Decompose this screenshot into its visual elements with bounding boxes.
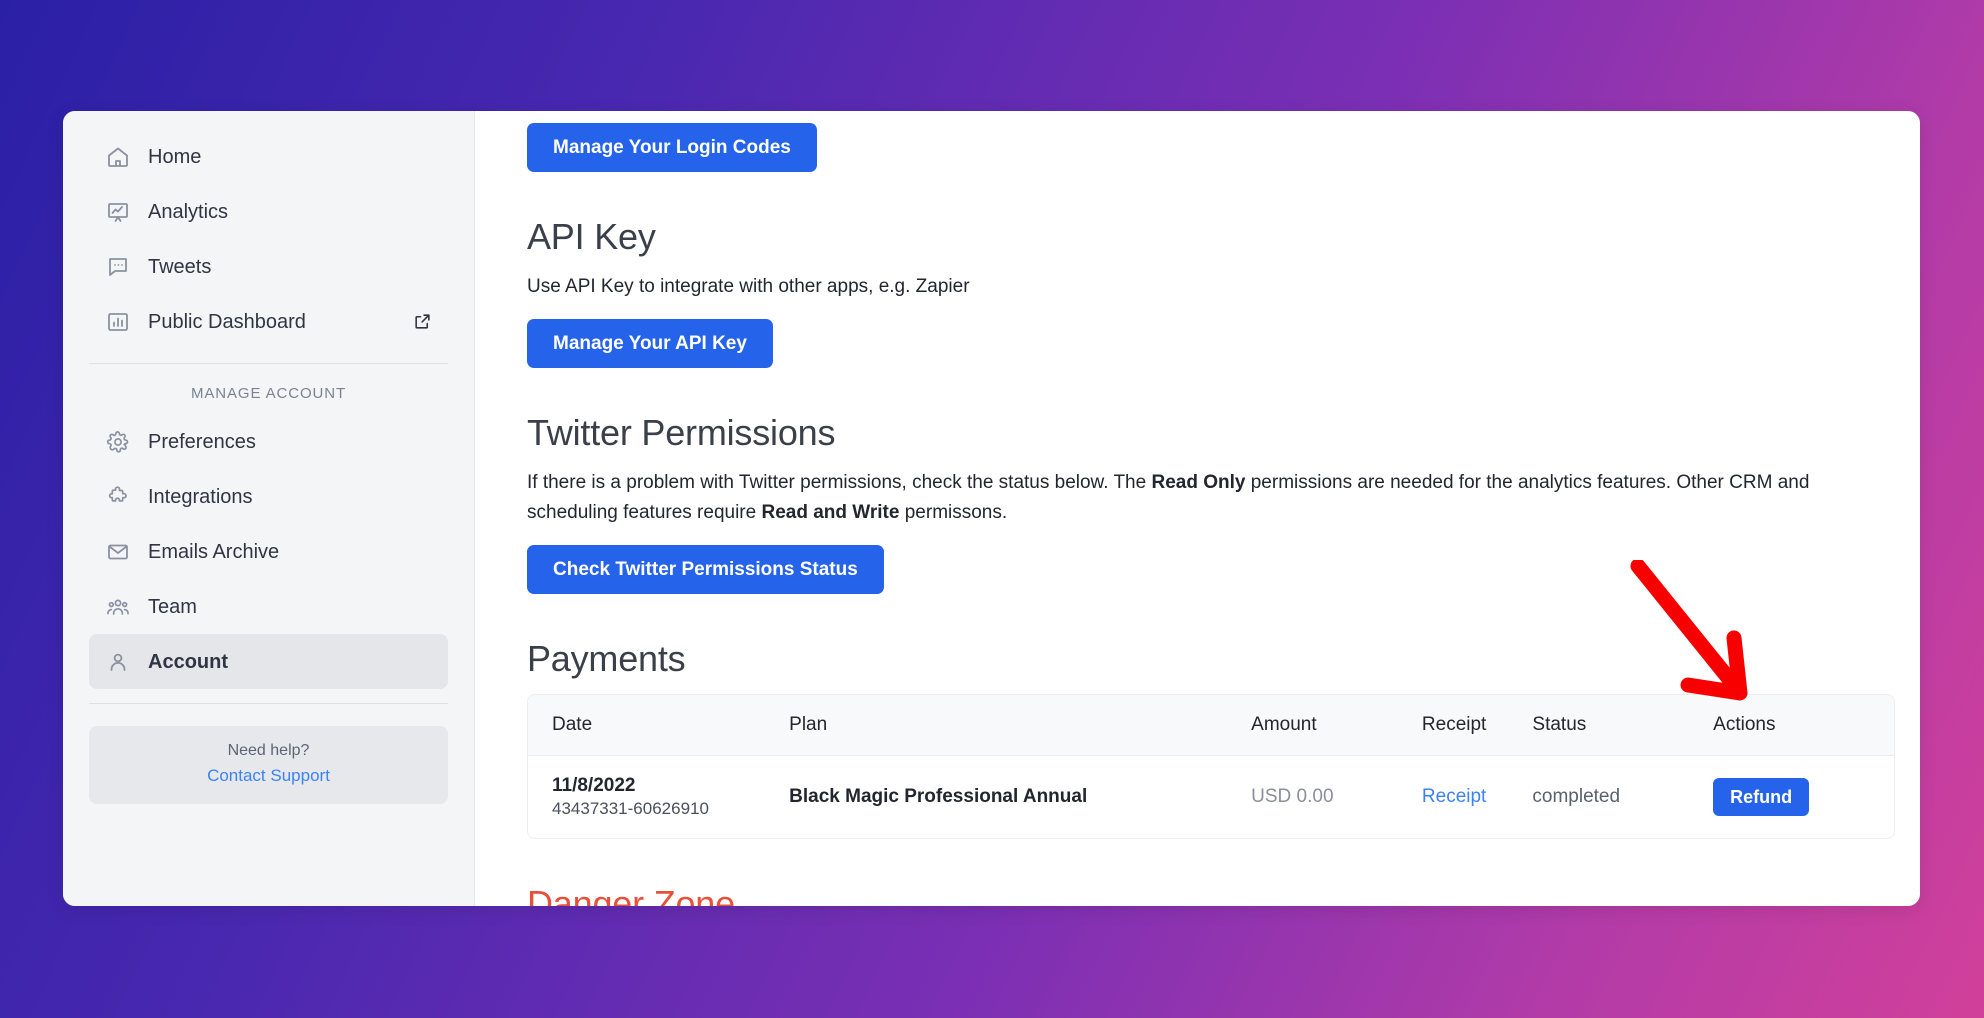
app-card: Home Analytics Tweets Public Dashboard M… <box>63 111 1920 906</box>
sidebar-item-analytics[interactable]: Analytics <box>89 184 448 239</box>
manage-api-key-button[interactable]: Manage Your API Key <box>527 319 773 369</box>
cell-date: 11/8/2022 43437331-60626910 <box>528 756 789 838</box>
cell-actions: Refund <box>1713 756 1894 838</box>
column-header-amount: Amount <box>1251 695 1422 757</box>
sidebar-primary-nav: Home Analytics Tweets Public Dashboard <box>63 129 474 349</box>
refund-button[interactable]: Refund <box>1713 778 1810 817</box>
sidebar-item-label: Public Dashboard <box>148 310 306 333</box>
cell-plan: Black Magic Professional Annual <box>789 756 1251 838</box>
payment-amount: USD 0.00 <box>1251 786 1334 808</box>
sidebar-item-label: Integrations <box>148 485 253 508</box>
main-content: Manage Your Login Codes API Key Use API … <box>475 111 1920 906</box>
tp-bold-read-write: Read and Write <box>761 501 900 523</box>
sidebar-item-label: Emails Archive <box>148 540 280 563</box>
manage-login-codes-button[interactable]: Manage Your Login Codes <box>527 123 817 172</box>
sidebar-divider-bottom <box>89 703 448 704</box>
envelope-icon <box>105 539 131 565</box>
tweets-icon <box>105 254 131 280</box>
column-header-date: Date <box>528 695 790 757</box>
payment-plan-name: Black Magic Professional Annual <box>789 786 1088 808</box>
check-twitter-permissions-button[interactable]: Check Twitter Permissions Status <box>527 545 884 595</box>
help-title: Need help? <box>227 742 310 759</box>
bar-chart-icon <box>105 309 131 335</box>
danger-zone-heading: Danger Zone <box>527 883 735 906</box>
sidebar-item-label: Analytics <box>148 200 229 223</box>
sidebar-item-tweets[interactable]: Tweets <box>89 239 448 294</box>
user-icon <box>105 649 131 675</box>
cell-amount: USD 0.00 <box>1251 756 1422 838</box>
sidebar-item-public-dashboard[interactable]: Public Dashboard <box>89 294 448 349</box>
column-header-actions: Actions <box>1713 695 1894 757</box>
payments-table-wrapper: Date Plan Amount Receipt Status Actions … <box>527 694 1895 840</box>
external-link-icon[interactable] <box>413 312 432 331</box>
payment-transaction-id: 43437331-60626910 <box>552 799 709 819</box>
sidebar: Home Analytics Tweets Public Dashboard M… <box>63 111 475 906</box>
sidebar-item-label: Tweets <box>148 255 212 278</box>
cell-receipt: Receipt <box>1422 756 1532 838</box>
sidebar-item-label: Account <box>148 650 228 673</box>
sidebar-item-label: Preferences <box>148 430 256 453</box>
analytics-icon <box>105 199 131 225</box>
sidebar-item-label: Home <box>148 145 202 168</box>
sidebar-item-team[interactable]: Team <box>89 579 448 634</box>
column-header-receipt: Receipt <box>1421 695 1533 757</box>
twitter-permissions-heading: Twitter Permissions <box>527 412 836 454</box>
api-key-heading: API Key <box>527 216 656 257</box>
payments-heading: Payments <box>527 638 686 680</box>
table-header-row: Date Plan Amount Receipt Status Actions <box>528 695 1894 757</box>
twitter-permissions-description: If there is a problem with Twitter permi… <box>527 468 1857 527</box>
sidebar-item-account[interactable]: Account <box>89 634 448 689</box>
payments-table: Date Plan Amount Receipt Status Actions … <box>528 695 1894 838</box>
help-box: Need help? Contact Support <box>89 726 448 804</box>
sidebar-account-nav: Preferences Integrations Emails Archive … <box>63 414 474 689</box>
receipt-link[interactable]: Receipt <box>1422 786 1486 807</box>
tp-bold-read-only: Read Only <box>1151 472 1246 494</box>
api-key-description: Use API Key to integrate with other apps… <box>527 276 970 297</box>
contact-support-link[interactable]: Contact Support <box>99 764 438 789</box>
sidebar-item-label: Team <box>148 595 197 618</box>
tp-text-3: permissons. <box>899 501 1008 523</box>
home-icon <box>105 144 131 170</box>
cell-status: completed <box>1532 756 1713 838</box>
payment-date: 11/8/2022 <box>552 775 636 797</box>
column-header-plan: Plan <box>789 695 1252 757</box>
status-badge: completed <box>1532 786 1621 808</box>
gear-icon <box>105 429 131 455</box>
people-icon <box>105 594 131 620</box>
sidebar-section-label: MANAGE ACCOUNT <box>190 385 347 402</box>
sidebar-item-emails-archive[interactable]: Emails Archive <box>89 524 448 579</box>
puzzle-icon <box>105 484 131 510</box>
sidebar-item-preferences[interactable]: Preferences <box>89 414 448 469</box>
table-row: 11/8/2022 43437331-60626910 Black Magic … <box>528 756 1894 838</box>
column-header-status: Status <box>1532 695 1714 757</box>
payments-table-head: Date Plan Amount Receipt Status Actions <box>528 695 1894 757</box>
sidebar-item-integrations[interactable]: Integrations <box>89 469 448 524</box>
tp-text-1: If there is a problem with Twitter permi… <box>527 472 1152 494</box>
payments-table-body: 11/8/2022 43437331-60626910 Black Magic … <box>528 756 1894 838</box>
sidebar-item-home[interactable]: Home <box>89 129 448 184</box>
